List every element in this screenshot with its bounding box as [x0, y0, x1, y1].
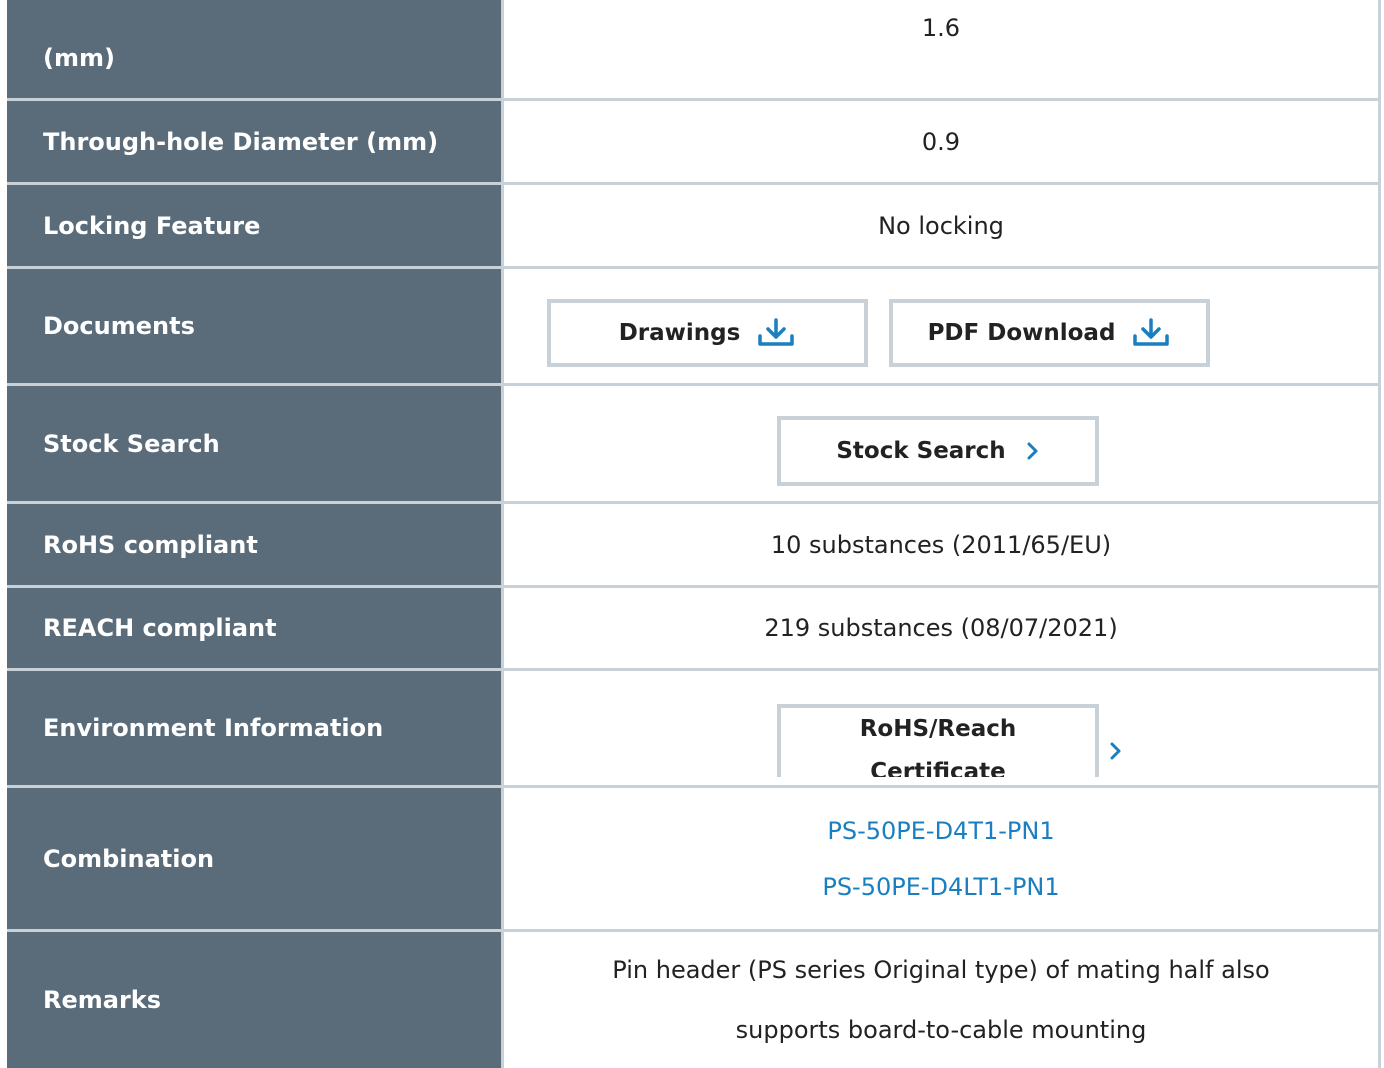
- certificate-button-line1: RoHS/Reach: [859, 716, 1017, 742]
- row-label-cutoff: [43, 0, 51, 16]
- row-combination: Combination PS-50PE-D4T1-PN1 PS-50PE-D4L…: [7, 788, 1381, 932]
- row-value: 219 substances (08/07/2021): [504, 588, 1381, 671]
- row-value: 1.6: [504, 0, 1381, 101]
- remarks-text: Pin header (PS series Original type) of …: [612, 940, 1269, 1060]
- row-label-text: Combination: [43, 844, 215, 873]
- row-through-hole: Through-hole Diameter (mm) 0.9: [7, 101, 1381, 185]
- row-label-text: RoHS compliant: [43, 530, 258, 559]
- row-value: PS-50PE-D4T1-PN1 PS-50PE-D4LT1-PN1: [504, 788, 1381, 932]
- value-text: 1.6: [921, 14, 961, 42]
- pdf-download-button-label: PDF Download: [927, 320, 1116, 346]
- row-label: Remarks: [7, 932, 504, 1068]
- row-label: Combination: [7, 788, 504, 932]
- row-value: RoHS/Reach Certificate: [504, 671, 1381, 788]
- download-icon: [1133, 318, 1170, 346]
- row-label: Stock Search: [7, 386, 504, 504]
- spec-table: (mm) 1.6 Through-hole Diameter (mm) 0.9 …: [7, 0, 1381, 1068]
- row-label: RoHS compliant: [7, 504, 504, 588]
- row-value: Pin header (PS series Original type) of …: [504, 932, 1381, 1068]
- row-label-text: Environment Information: [43, 714, 384, 742]
- row-label: REACH compliant: [7, 588, 504, 671]
- row-label-text: Documents: [43, 312, 195, 340]
- row-label-text: (mm): [43, 44, 115, 72]
- row-label-text: Locking Feature: [43, 211, 261, 240]
- row-label-text: REACH compliant: [43, 614, 277, 642]
- row-value: Stock Search: [504, 386, 1381, 504]
- row-reach-compliant: REACH compliant 219 substances (08/07/20…: [7, 588, 1381, 671]
- combination-link[interactable]: PS-50PE-D4T1-PN1: [827, 817, 1054, 845]
- row-label: Locking Feature: [7, 185, 504, 269]
- row-label-text: Through-hole Diameter (mm): [43, 127, 439, 156]
- stock-search-button-label: Stock Search: [836, 438, 1006, 464]
- row-label: (mm): [7, 0, 504, 101]
- chevron-right-icon: [1027, 442, 1038, 460]
- drawings-button[interactable]: Drawings: [547, 299, 868, 367]
- row-value: No locking: [504, 185, 1381, 269]
- row-label-text: Remarks: [43, 986, 162, 1014]
- row-value: 0.9: [504, 101, 1381, 185]
- remarks-line: Pin header (PS series Original type) of …: [612, 956, 1270, 984]
- row-value: Drawings PDF Download: [504, 269, 1381, 386]
- value-text: 219 substances (08/07/2021): [764, 614, 1118, 642]
- row-pcb-thickness: (mm) 1.6: [7, 0, 1381, 101]
- combination-link[interactable]: PS-50PE-D4LT1-PN1: [822, 873, 1059, 901]
- pdf-download-button[interactable]: PDF Download: [889, 299, 1210, 367]
- row-label: Through-hole Diameter (mm): [7, 101, 504, 185]
- row-rohs-compliant: RoHS compliant 10 substances (2011/65/EU…: [7, 504, 1381, 588]
- row-environment-information: Environment Information RoHS/Reach Certi…: [7, 671, 1381, 788]
- row-label: Documents: [7, 269, 504, 386]
- remarks-line: supports board-to-cable mounting: [735, 1016, 1147, 1044]
- row-value: 10 substances (2011/65/EU): [504, 504, 1381, 588]
- certificate-button-line2: Certificate: [870, 759, 1006, 777]
- row-locking-feature: Locking Feature No locking: [7, 185, 1381, 269]
- download-icon: [758, 318, 795, 346]
- rohs-reach-certificate-button[interactable]: RoHS/Reach Certificate: [777, 704, 1099, 777]
- value-text: 10 substances (2011/65/EU): [770, 530, 1112, 559]
- stock-search-button[interactable]: Stock Search: [777, 416, 1099, 486]
- value-text: 0.9: [921, 127, 961, 156]
- row-label-text: Stock Search: [43, 429, 220, 458]
- value-text: No locking: [878, 211, 1004, 240]
- row-stock-search: Stock Search Stock Search: [7, 386, 1381, 504]
- row-label: Environment Information: [7, 671, 504, 788]
- drawings-button-label: Drawings: [618, 320, 741, 346]
- row-remarks: Remarks Pin header (PS series Original t…: [7, 932, 1381, 1068]
- chevron-right-icon: [1110, 742, 1121, 760]
- row-documents: Documents Drawings PDF Download: [7, 269, 1381, 386]
